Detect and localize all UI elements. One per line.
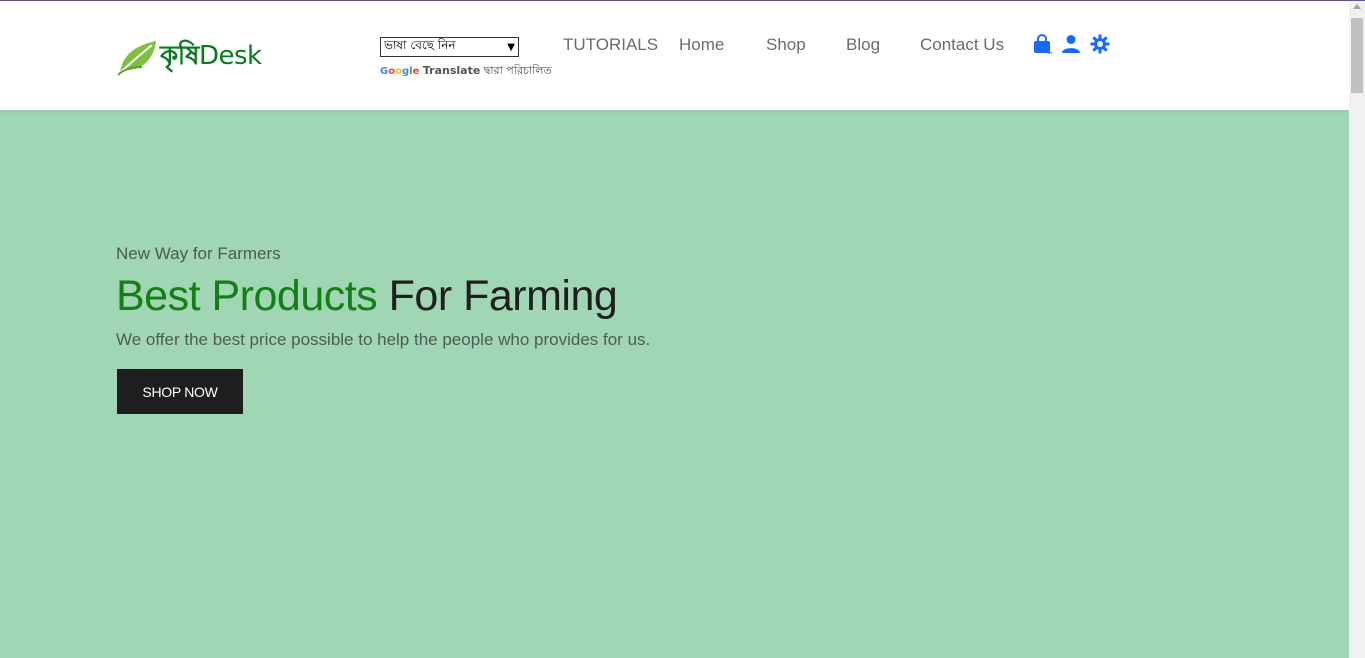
settings-gear-icon[interactable] <box>1090 34 1110 54</box>
shop-now-button[interactable]: SHOP NOW <box>117 369 243 414</box>
chevron-down-icon: ▼ <box>507 41 515 53</box>
scroll-up-arrow-icon[interactable] <box>1353 4 1361 9</box>
hero-title-highlight: Best Products <box>116 272 378 320</box>
logo-text: কৃষিDesk <box>160 41 262 71</box>
leaf-icon <box>117 41 156 76</box>
nav-shop[interactable]: Shop <box>766 35 806 55</box>
site-logo[interactable]: কৃষিDesk <box>116 37 262 77</box>
vertical-scrollbar[interactable] <box>1349 1 1365 658</box>
nav-blog[interactable]: Blog <box>846 35 880 55</box>
header-icons <box>1032 34 1110 54</box>
site-header: কৃষিDesk ভাষা বেছে নিন ▼ Google Translat… <box>0 1 1349 110</box>
shopping-bag-icon[interactable] <box>1032 34 1052 54</box>
nav-tutorials[interactable]: TUTORIALS <box>563 35 658 55</box>
language-select-value: ভাষা বেছে নিন <box>384 38 456 52</box>
hero-subtitle: New Way for Farmers <box>116 244 281 263</box>
nav-home[interactable]: Home <box>679 35 724 55</box>
hero-title: Best Products For Farming <box>116 272 618 321</box>
nav-contact[interactable]: Contact Us <box>920 35 1004 55</box>
translate-label: Translate <box>422 64 481 77</box>
hero-description: We offer the best price possible to help… <box>116 330 651 349</box>
google-wordmark: Google <box>380 66 420 77</box>
user-icon[interactable] <box>1061 34 1081 54</box>
google-translate-attribution[interactable]: Google Translate দ্বারা পরিচালিত <box>380 62 552 81</box>
scrollbar-thumb[interactable] <box>1351 18 1363 93</box>
language-select[interactable]: ভাষা বেছে নিন ▼ <box>380 37 519 57</box>
powered-by-suffix: দ্বারা পরিচালিত <box>483 64 552 77</box>
hero-title-rest: For Farming <box>388 272 618 320</box>
